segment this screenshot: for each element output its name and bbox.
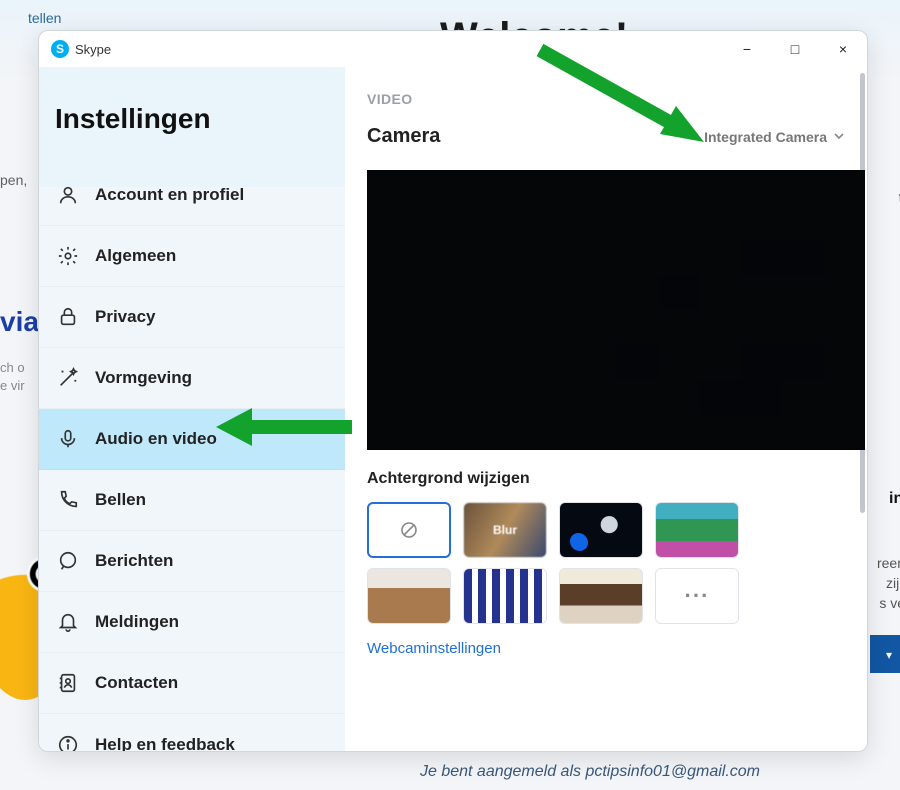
app-title: Skype [75, 42, 111, 57]
sidebar: Instellingen Account en profiel Algemeen P… [39, 67, 345, 751]
background-option-room2[interactable] [463, 568, 547, 624]
bell-icon [57, 611, 79, 633]
sidebar-item-label: Meldingen [95, 612, 179, 632]
background-option-room3[interactable] [559, 568, 643, 624]
skype-logo-icon: S [51, 40, 69, 58]
window-minimize-button[interactable]: − [735, 37, 759, 61]
sidebar-item-label: Help en feedback [95, 735, 235, 752]
window-maximize-button[interactable]: □ [783, 37, 807, 61]
webcam-settings-link[interactable]: Webcaminstellingen [367, 640, 845, 657]
user-icon [57, 184, 79, 206]
sidebar-item-messaging[interactable]: Berichten [39, 531, 345, 592]
sidebar-item-calling[interactable]: Bellen [39, 470, 345, 531]
background-option-blur[interactable]: Blur [463, 502, 547, 558]
bg-reen: reen [877, 555, 900, 571]
sidebar-item-label: Audio en video [95, 429, 217, 449]
sidebar-item-label: Berichten [95, 551, 173, 571]
sidebar-item-label: Privacy [95, 307, 156, 327]
window-close-button[interactable]: × [831, 37, 855, 61]
background-option-more[interactable]: ··· [655, 568, 739, 624]
background-option-park[interactable] [655, 502, 739, 558]
sidebar-item-audio-video[interactable]: Audio en video [39, 409, 345, 470]
sidebar-item-label: Bellen [95, 490, 146, 510]
bg-zijn: zijn [886, 575, 900, 591]
gear-icon [57, 245, 79, 267]
background-change-heading: Achtergrond wijzigen [367, 470, 845, 488]
background-option-room1[interactable] [367, 568, 451, 624]
chevron-down-icon: ▾ [886, 648, 892, 662]
sidebar-nav: Account en profiel Algemeen Privacy Vormgev… [39, 165, 345, 751]
camera-dropdown[interactable]: Integrated Camera [704, 129, 845, 145]
bg-signed-in-text: Je bent aangemeld als pctipsinfo01@gmail… [420, 763, 760, 781]
sidebar-item-help[interactable]: Help en feedback [39, 714, 345, 751]
sidebar-item-account[interactable]: Account en profiel [39, 165, 345, 226]
sidebar-item-general[interactable]: Algemeen [39, 226, 345, 287]
bg-open: pen, [0, 172, 27, 188]
sidebar-item-notifications[interactable]: Meldingen [39, 592, 345, 653]
sidebar-item-label: Algemeen [95, 246, 176, 266]
sidebar-item-label: Vormgeving [95, 368, 192, 388]
sidebar-item-contacts[interactable]: Contacten [39, 653, 345, 714]
signed-email: pctipsinfo01@gmail.com [585, 763, 760, 780]
wand-icon [57, 367, 79, 389]
camera-preview [367, 170, 865, 450]
settings-modal: S Skype − □ × Instellingen Account en pr… [38, 30, 868, 752]
video-section-label: VIDEO [367, 91, 845, 107]
camera-heading: Camera [367, 125, 440, 148]
sidebar-item-appearance[interactable]: Vormgeving [39, 348, 345, 409]
background-option-moon[interactable] [559, 502, 643, 558]
background-option-none[interactable] [367, 502, 451, 558]
sidebar-item-label: Contacten [95, 673, 178, 693]
settings-heading: Instellingen [39, 67, 345, 165]
lock-icon [57, 306, 79, 328]
bg-via: via [0, 306, 39, 338]
bg-sve: s ve [879, 595, 900, 611]
signed-prefix: Je bent aangemeld als [420, 763, 585, 780]
phone-icon [57, 489, 79, 511]
sidebar-item-privacy[interactable]: Privacy [39, 287, 345, 348]
bg-ing: ing [889, 490, 900, 508]
camera-selected-label: Integrated Camera [704, 129, 827, 145]
chevron-down-icon [833, 129, 845, 145]
settings-content-panel: VIDEO Camera Integrated Camera Achtergro… [345, 67, 867, 751]
bg-evi: e vir [0, 378, 25, 393]
contacts-icon [57, 672, 79, 694]
sidebar-item-label: Account en profiel [95, 185, 244, 205]
titlebar: S Skype − □ × [39, 31, 867, 67]
bg-text-tellen: tellen [28, 10, 61, 26]
bg-cho: ch o [0, 360, 25, 375]
info-icon [57, 734, 79, 752]
background-options-grid: Blur ··· [367, 502, 845, 624]
chat-icon [57, 550, 79, 572]
mic-icon [57, 428, 79, 450]
